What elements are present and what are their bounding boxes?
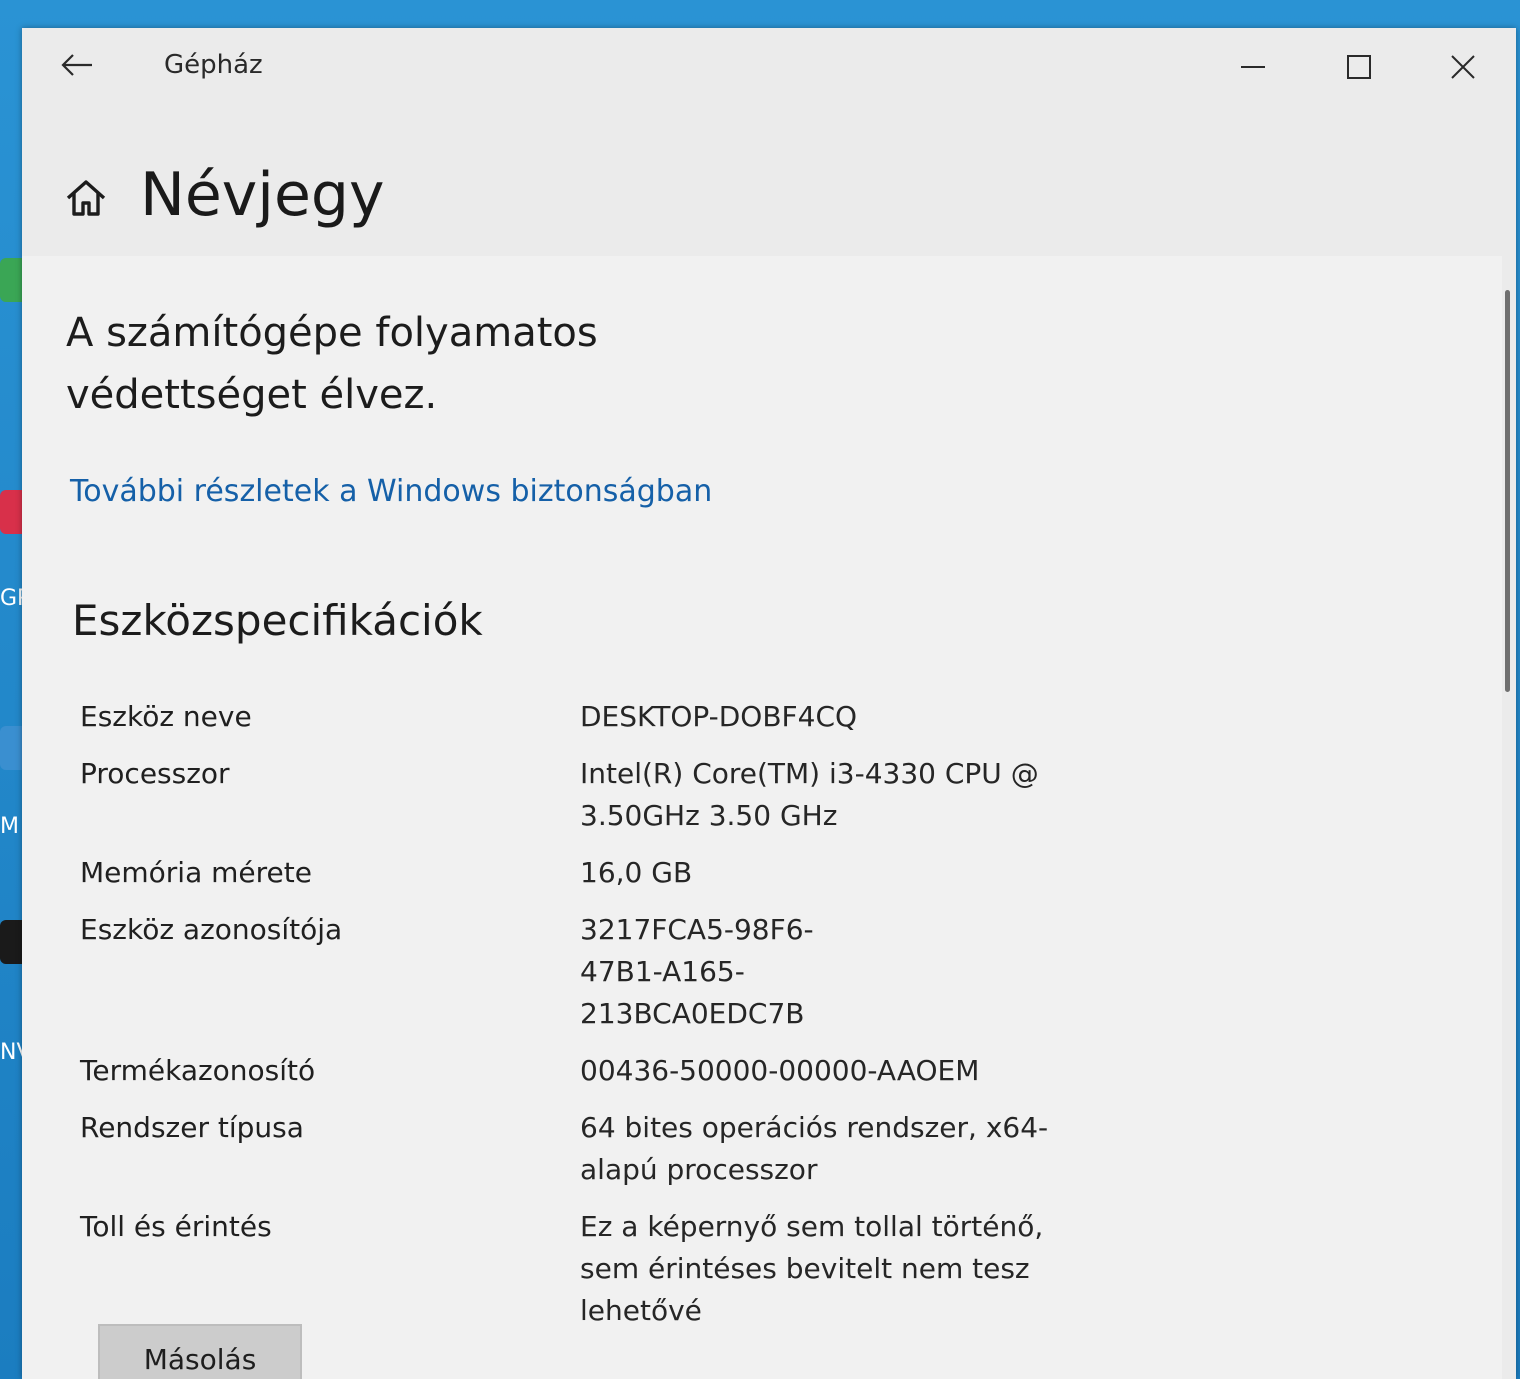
page-title: Névjegy: [140, 160, 385, 230]
scrollbar-thumb[interactable]: [1505, 290, 1510, 692]
minimize-icon: [1241, 66, 1265, 68]
section-title-device-specs: Eszközspecifikációk: [72, 596, 483, 645]
spec-label: Memória mérete: [80, 856, 312, 889]
spec-row: Eszköz azonosítója 3217FCA5-98F6-47B1-A1…: [80, 909, 1080, 1035]
close-button[interactable]: [1428, 42, 1498, 92]
spec-row: Termékazonosító 00436-50000-00000-AAOEM: [80, 1050, 1080, 1092]
spec-row: Eszköz neve DESKTOP-DOBF4CQ: [80, 696, 1080, 738]
back-button[interactable]: [52, 42, 102, 88]
spec-row: Rendszer típusa 64 bites operációs rends…: [80, 1107, 1080, 1191]
spec-value: Intel(R) Core(TM) i3-4330 CPU @ 3.50GHz …: [580, 757, 1039, 832]
spec-label: Eszköz azonosítója: [80, 913, 343, 946]
spec-value: 16,0 GB: [580, 856, 693, 889]
spec-value: 64 bites operációs rendszer, x64-alapú p…: [580, 1111, 1049, 1186]
minimize-button[interactable]: [1218, 42, 1288, 92]
maximize-button[interactable]: [1324, 42, 1394, 92]
spec-label: Eszköz neve: [80, 700, 252, 733]
spec-row: Processzor Intel(R) Core(TM) i3-4330 CPU…: [80, 753, 1080, 837]
settings-window: Gépház Névjegy A számítógépe folyamatos …: [22, 28, 1516, 1379]
maximize-icon: [1347, 55, 1371, 79]
spec-value: 3217FCA5-98F6-47B1-A165-213BCA0EDC7B: [580, 913, 814, 1030]
copy-button[interactable]: Másolás: [98, 1324, 302, 1379]
windows-security-link[interactable]: További részletek a Windows biztonságban: [70, 474, 712, 509]
spec-table: Eszköz neve DESKTOP-DOBF4CQ Processzor I…: [80, 696, 1080, 1347]
spec-value: 00436-50000-00000-AAOEM: [580, 1054, 980, 1087]
app-title: Gépház: [164, 50, 263, 80]
back-arrow-icon: [61, 54, 92, 76]
protection-line-2: védettséget élvez.: [66, 372, 438, 418]
spec-value: DESKTOP-DOBF4CQ: [580, 700, 858, 733]
page-header: Névjegy: [22, 108, 1516, 258]
spec-label: Toll és érintés: [80, 1210, 272, 1243]
spec-label: Rendszer típusa: [80, 1111, 304, 1144]
close-icon: [1451, 55, 1475, 79]
spec-value: Ez a képernyő sem tollal történő, sem ér…: [580, 1210, 1044, 1327]
title-bar: Gépház: [22, 28, 1516, 108]
spec-label: Processzor: [80, 757, 230, 790]
spec-row: Memória mérete 16,0 GB: [80, 852, 1080, 894]
content-area: A számítógépe folyamatos védettséget élv…: [22, 256, 1502, 1379]
protection-status: A számítógépe folyamatos védettséget élv…: [66, 302, 766, 426]
home-icon[interactable]: [62, 174, 110, 222]
protection-line-1: A számítógépe folyamatos: [66, 310, 598, 356]
spec-row: Toll és érintés Ez a képernyő sem tollal…: [80, 1206, 1080, 1332]
spec-label: Termékazonosító: [80, 1054, 316, 1087]
